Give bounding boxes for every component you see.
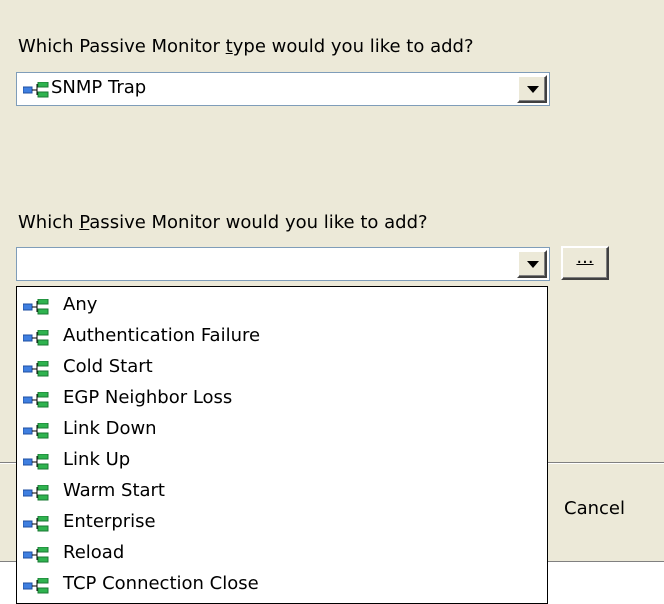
dropdown-item-warm-start[interactable]: Warm Start — [17, 477, 547, 508]
chevron-down-icon — [527, 86, 539, 93]
passive-monitor-select[interactable] — [16, 247, 550, 281]
dropdown-item-label: EGP Neighbor Loss — [63, 387, 233, 408]
dropdown-item-tcp-connection-close[interactable]: TCP Connection Close — [17, 570, 547, 601]
network-tree-icon — [23, 485, 49, 501]
network-tree-icon — [23, 299, 49, 315]
passive-monitor-dropdown-button[interactable] — [517, 250, 547, 278]
dropdown-item-link-down[interactable]: Link Down — [17, 415, 547, 446]
dropdown-item-label: Link Down — [63, 418, 157, 439]
network-tree-icon — [23, 454, 49, 470]
dropdown-item-cold-start[interactable]: Cold Start — [17, 353, 547, 384]
passive-monitor-dropdown-list[interactable]: Any Authentication Failure Cold Start EG… — [16, 286, 548, 604]
network-tree-icon — [23, 82, 49, 98]
cancel-button-label: Cancel — [564, 498, 625, 519]
monitor-prompt-text-1: Which — [18, 212, 80, 233]
dropdown-item-label: Reload — [63, 542, 125, 563]
monitor-type-prompt-text-1: Which Passive Monitor — [18, 36, 226, 57]
browse-button[interactable]: ... — [561, 246, 609, 280]
dropdown-item-enterprise[interactable]: Enterprise — [17, 508, 547, 539]
monitor-type-dropdown-button[interactable] — [517, 75, 547, 103]
cancel-button[interactable]: Cancel — [530, 490, 664, 532]
network-tree-icon — [23, 423, 49, 439]
dropdown-item-label: Any — [63, 294, 98, 315]
browse-button-label: ... — [576, 247, 594, 268]
dropdown-item-label: Authentication Failure — [63, 325, 261, 346]
dropdown-item-label: Link Up — [63, 449, 131, 470]
network-tree-icon — [23, 330, 49, 346]
monitor-type-prompt-mnemonic: t — [225, 36, 233, 57]
monitor-prompt-mnemonic: P — [79, 212, 90, 233]
dropdown-item-label: Enterprise — [63, 511, 156, 532]
dropdown-item-authentication-failure[interactable]: Authentication Failure — [17, 322, 547, 353]
monitor-type-select[interactable]: SNMP Trap — [16, 72, 550, 106]
network-tree-icon — [23, 547, 49, 563]
monitor-prompt: Which Passive Monitor would you like to … — [18, 212, 428, 233]
dropdown-item-any[interactable]: Any — [17, 291, 547, 322]
dropdown-item-egp-neighbor-loss[interactable]: EGP Neighbor Loss — [17, 384, 547, 415]
network-tree-icon — [23, 578, 49, 594]
dropdown-item-label: TCP Connection Close — [63, 573, 259, 594]
network-tree-icon — [23, 516, 49, 532]
monitor-prompt-text-2: assive Monitor would you like to add? — [89, 212, 428, 233]
dropdown-item-link-up[interactable]: Link Up — [17, 446, 547, 477]
dropdown-item-reload[interactable]: Reload — [17, 539, 547, 570]
monitor-type-prompt-text-2: ype would you like to add? — [232, 36, 474, 57]
dropdown-item-label: Cold Start — [63, 356, 153, 377]
monitor-type-prompt: Which Passive Monitor type would you lik… — [18, 36, 474, 57]
network-tree-icon — [23, 392, 49, 408]
dropdown-item-label: Warm Start — [63, 480, 165, 501]
monitor-type-selected-value: SNMP Trap — [51, 77, 147, 98]
network-tree-icon — [23, 361, 49, 377]
chevron-down-icon — [527, 261, 539, 268]
